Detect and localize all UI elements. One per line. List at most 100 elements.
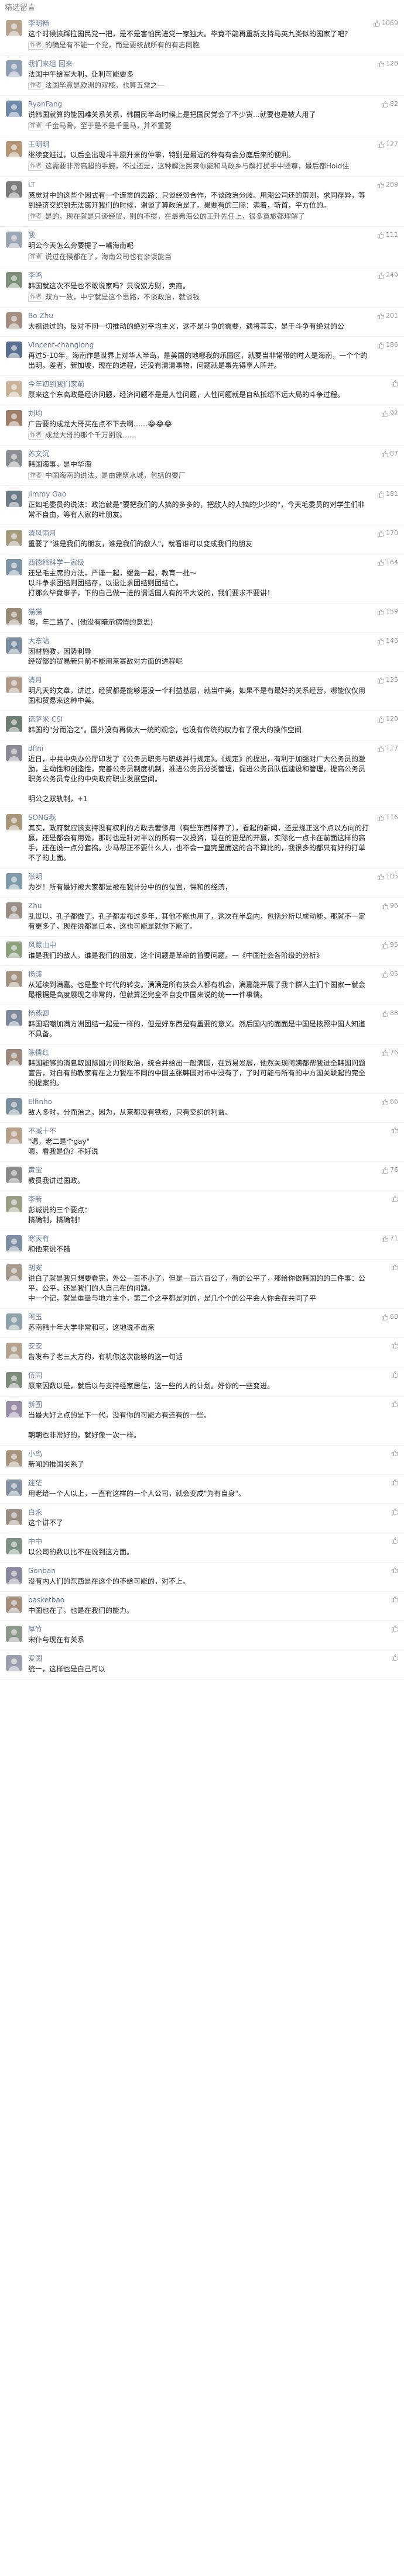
like-button[interactable]: 95 bbox=[381, 970, 398, 979]
avatar[interactable] bbox=[6, 1343, 22, 1359]
avatar[interactable] bbox=[6, 1596, 22, 1613]
like-button[interactable] bbox=[391, 1625, 398, 1632]
like-button[interactable]: 105 bbox=[377, 872, 398, 881]
like-button[interactable]: 96 bbox=[381, 901, 398, 911]
comment-author-name[interactable]: Bo Zhu bbox=[28, 311, 370, 320]
comment-author-name[interactable]: 中中 bbox=[28, 1537, 370, 1546]
like-button[interactable] bbox=[391, 1400, 398, 1407]
avatar[interactable] bbox=[6, 60, 22, 77]
avatar[interactable] bbox=[6, 101, 22, 117]
comment-author-name[interactable]: 爱国 bbox=[28, 1654, 370, 1663]
avatar[interactable] bbox=[6, 232, 22, 248]
comment-author-name[interactable]: 我们来组 回来 bbox=[28, 59, 370, 68]
comment-author-name[interactable]: 陈倩红 bbox=[28, 1048, 370, 1057]
avatar[interactable] bbox=[6, 1235, 22, 1251]
like-button[interactable]: 66 bbox=[381, 1097, 398, 1106]
comment-author-name[interactable]: 杨燕卿 bbox=[28, 1009, 370, 1018]
comment-author-name[interactable]: 不减十不 bbox=[28, 1126, 370, 1136]
avatar[interactable] bbox=[6, 410, 22, 426]
comment-author-name[interactable]: 寒天有 bbox=[28, 1234, 370, 1243]
avatar[interactable] bbox=[6, 559, 22, 575]
comment-author-name[interactable]: 伍同 bbox=[28, 1371, 370, 1380]
comment-author-name[interactable]: 今年初到我们家前 bbox=[28, 380, 370, 389]
like-button[interactable]: 146 bbox=[377, 636, 398, 646]
comment-author-name[interactable]: 迷茫 bbox=[28, 1478, 370, 1488]
avatar[interactable] bbox=[6, 1313, 22, 1330]
comment-author-name[interactable]: Gonban bbox=[28, 1566, 370, 1575]
like-button[interactable]: 181 bbox=[377, 489, 398, 499]
like-button[interactable] bbox=[391, 1566, 398, 1573]
comment-author-name[interactable]: 大东站 bbox=[28, 636, 370, 646]
like-button[interactable] bbox=[391, 1371, 398, 1378]
like-button[interactable]: 68 bbox=[381, 1312, 398, 1322]
avatar[interactable] bbox=[6, 971, 22, 987]
avatar[interactable] bbox=[6, 1372, 22, 1388]
like-button[interactable]: 129 bbox=[377, 715, 398, 724]
like-button[interactable]: 76 bbox=[381, 1165, 398, 1175]
avatar[interactable] bbox=[6, 141, 22, 157]
like-button[interactable]: 95 bbox=[381, 940, 398, 950]
avatar[interactable] bbox=[6, 1450, 22, 1467]
comment-author-name[interactable]: 诺萨米·CSI bbox=[28, 715, 370, 724]
like-button[interactable] bbox=[391, 1126, 398, 1133]
like-button[interactable] bbox=[391, 1263, 398, 1270]
like-button[interactable]: 186 bbox=[377, 340, 398, 350]
avatar[interactable] bbox=[6, 814, 22, 830]
comment-author-name[interactable]: dfini bbox=[28, 744, 370, 753]
comment-author-name[interactable]: 刘均 bbox=[28, 409, 370, 418]
like-button[interactable]: 159 bbox=[377, 607, 398, 616]
like-button[interactable]: 135 bbox=[377, 675, 398, 685]
avatar[interactable] bbox=[6, 677, 22, 693]
comment-author-name[interactable]: 胡安 bbox=[28, 1263, 370, 1273]
like-button[interactable]: 289 bbox=[377, 180, 398, 189]
avatar[interactable] bbox=[6, 381, 22, 397]
avatar[interactable] bbox=[6, 1264, 22, 1281]
avatar[interactable] bbox=[6, 1098, 22, 1115]
like-button[interactable]: 170 bbox=[377, 529, 398, 538]
like-button[interactable]: 71 bbox=[381, 1234, 398, 1243]
avatar[interactable] bbox=[6, 1655, 22, 1671]
comment-author-name[interactable]: Zhu bbox=[28, 901, 370, 911]
like-button[interactable]: 92 bbox=[381, 409, 398, 418]
comment-author-name[interactable]: 李鸣 bbox=[28, 271, 370, 280]
comment-author-name[interactable]: 苏文沉 bbox=[28, 449, 370, 458]
comment-author-name[interactable]: 小鸟 bbox=[28, 1449, 370, 1458]
like-button[interactable] bbox=[391, 1195, 398, 1202]
comment-author-name[interactable]: Vincent-changlong bbox=[28, 340, 370, 350]
like-button[interactable] bbox=[391, 1537, 398, 1544]
avatar[interactable] bbox=[6, 342, 22, 358]
like-button[interactable] bbox=[391, 380, 398, 387]
comment-author-name[interactable]: 张明 bbox=[28, 872, 370, 881]
avatar[interactable] bbox=[6, 873, 22, 889]
comment-author-name[interactable]: RyanFang bbox=[28, 99, 370, 109]
like-button[interactable]: 111 bbox=[377, 230, 398, 240]
avatar[interactable] bbox=[6, 491, 22, 507]
comment-author-name[interactable]: 阿玉 bbox=[28, 1312, 370, 1322]
avatar[interactable] bbox=[6, 1127, 22, 1144]
avatar[interactable] bbox=[6, 20, 22, 36]
avatar[interactable] bbox=[6, 1567, 22, 1584]
comment-author-name[interactable]: 李明畅 bbox=[28, 19, 370, 28]
avatar[interactable] bbox=[6, 312, 22, 329]
like-button[interactable]: 201 bbox=[377, 311, 398, 320]
comment-author-name[interactable]: 杨涛 bbox=[28, 970, 370, 979]
like-button[interactable]: 88 bbox=[381, 1009, 398, 1018]
avatar[interactable] bbox=[6, 272, 22, 288]
like-button[interactable] bbox=[391, 1595, 398, 1602]
comment-author-name[interactable]: basketbao bbox=[28, 1595, 370, 1605]
comment-author-name[interactable]: 风蕉山中 bbox=[28, 940, 370, 950]
like-button[interactable] bbox=[391, 1478, 398, 1485]
like-button[interactable]: 82 bbox=[381, 99, 398, 109]
avatar[interactable] bbox=[6, 1049, 22, 1065]
avatar[interactable] bbox=[6, 716, 22, 732]
avatar[interactable] bbox=[6, 181, 22, 198]
like-button[interactable] bbox=[391, 1449, 398, 1456]
avatar[interactable] bbox=[6, 1167, 22, 1183]
comment-author-name[interactable]: 白永 bbox=[28, 1508, 370, 1517]
avatar[interactable] bbox=[6, 1196, 22, 1212]
like-button[interactable]: 117 bbox=[377, 744, 398, 753]
like-button[interactable] bbox=[391, 1508, 398, 1515]
like-button[interactable]: 87 bbox=[381, 449, 398, 458]
like-button[interactable]: 128 bbox=[377, 59, 398, 68]
comment-author-name[interactable]: 我 bbox=[28, 230, 370, 240]
